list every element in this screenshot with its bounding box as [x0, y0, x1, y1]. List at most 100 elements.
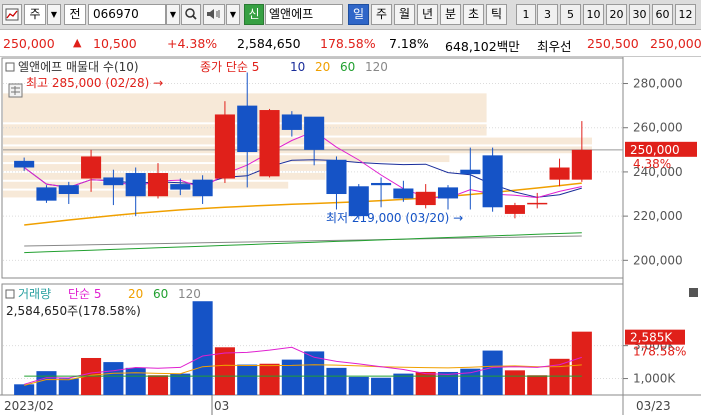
tab-period-0[interactable]: 일 [348, 4, 369, 25]
tab-period-6[interactable]: 틱 [486, 4, 507, 25]
volume-tick-label: 1,000K [633, 372, 676, 386]
volume-bar [304, 351, 325, 395]
interval-button-0[interactable]: 1 [516, 4, 536, 25]
best-ask: 250,500 [587, 36, 639, 51]
volume-bar [214, 347, 235, 395]
volume-bar [125, 367, 146, 395]
interval-button-1[interactable]: 3 [537, 4, 558, 25]
trade-amount: 648,102백만 [445, 39, 520, 54]
volume-bar [58, 378, 79, 395]
price-tick-label: 220,000 [633, 209, 683, 223]
candle-body [326, 159, 347, 195]
volume-legend-ma-label: 단순 5 [68, 287, 102, 301]
volume-bar [415, 371, 436, 395]
interval-button-2[interactable]: 5 [560, 4, 581, 25]
x-axis-label-start: 2023/02 [4, 399, 54, 413]
price-legend-ma-10: 10 [290, 60, 305, 74]
candle-body [371, 182, 392, 186]
stock-chart-window: 주 ▼ 전 066970 ▼ ▼ 신 엘앤에프 일 주 월 년 분 초 틱 1 3 5 10 20 30… [0, 0, 701, 415]
chevron-down-icon[interactable]: ▼ [226, 4, 240, 25]
turnover-rate: 7.18% [389, 36, 429, 51]
tab-period-3[interactable]: 년 [417, 4, 438, 25]
price-legend-ma-120: 120 [365, 60, 388, 74]
price-change-percent: +4.38% [167, 36, 218, 51]
price-legend-ma-60: 60 [340, 60, 355, 74]
high-price-label: 최고 285,000 (02/28) → [26, 76, 163, 90]
volume-bar [504, 370, 525, 395]
volume-bar [147, 375, 169, 395]
candle-body [571, 149, 592, 180]
volume-bar [527, 375, 548, 395]
volume-bar [393, 373, 414, 395]
speaker-icon[interactable] [203, 4, 225, 25]
toolbar: 주 ▼ 전 066970 ▼ ▼ 신 엘앤에프 일 주 월 년 분 초 틱 1 3 5 10 20 30… [0, 0, 701, 30]
close-icon [689, 288, 698, 297]
volume-legend-ma-60: 60 [153, 287, 168, 301]
interval-button-6[interactable]: 60 [652, 4, 673, 25]
chevron-down-icon[interactable]: ▼ [166, 4, 180, 25]
tab-period-2[interactable]: 월 [394, 4, 415, 25]
volume-bar [348, 376, 369, 395]
interval-button-5[interactable]: 30 [629, 4, 650, 25]
stock-code-value: 066970 [93, 7, 139, 21]
price-tick-label: 280,000 [633, 77, 683, 91]
prefix-select[interactable]: 전 [64, 4, 86, 25]
chart-icon[interactable] [2, 4, 22, 25]
prefix-label: 전 [69, 7, 81, 21]
last-volume-tag-text: 2,585K [630, 331, 673, 345]
best-quote-label: 최우선 [537, 39, 572, 54]
volume-bar [437, 371, 459, 395]
price-legend-ma-label: 종가 단순 5 [200, 60, 259, 74]
volume-legend-ma-120: 120 [178, 287, 201, 301]
price-tick-label: 260,000 [633, 121, 683, 135]
volume-bar [170, 373, 191, 395]
volume-bar [571, 331, 592, 395]
last-volume-percent: 178.58% [633, 345, 686, 359]
candle-body [549, 167, 570, 180]
volume-legend-ma-20: 20 [128, 287, 143, 301]
volume-profile-bar [3, 190, 202, 198]
search-icon[interactable] [181, 4, 201, 25]
interval-button-4[interactable]: 20 [606, 4, 627, 25]
tab-period-4[interactable]: 분 [440, 4, 461, 25]
legend-box-icon [5, 289, 15, 299]
stock-code-input[interactable]: 066970 [88, 4, 166, 25]
volume-bar [237, 364, 258, 395]
tab-period-5[interactable]: 초 [463, 4, 484, 25]
price-legend-ma-20: 20 [315, 60, 330, 74]
volume-bar [482, 350, 503, 395]
new-badge: 신 [244, 4, 264, 25]
current-price: 250,000 [3, 36, 55, 51]
candle-body [460, 169, 481, 175]
legend-box-icon [5, 62, 15, 72]
volume-bar [36, 371, 57, 395]
price-tick-label: 200,000 [633, 253, 683, 267]
candle-body [14, 160, 35, 168]
chevron-down-icon[interactable]: ▼ [47, 4, 61, 25]
candle-body [437, 187, 459, 199]
trade-volume: 2,584,650 [237, 36, 301, 51]
candle-body [58, 185, 79, 195]
interval-button-3[interactable]: 10 [583, 4, 604, 25]
candle-body [259, 110, 280, 177]
stock-name-field[interactable]: 엘앤에프 [265, 4, 343, 25]
candle-body [125, 173, 146, 197]
last-price-tag-text: 250,000 [630, 143, 680, 157]
candle-body [36, 187, 57, 201]
interval-button-7[interactable]: 12 [675, 4, 696, 25]
price-change: 10,500 [93, 36, 137, 51]
volume-bar [259, 363, 280, 395]
candle-body [281, 114, 302, 130]
up-triangle-icon: ▲ [73, 36, 82, 49]
candle-body [527, 202, 548, 205]
candle-body [81, 156, 102, 179]
chart-type-select[interactable]: 주 [24, 4, 46, 25]
volume-bar [14, 384, 35, 395]
volume-profile-bar [3, 164, 344, 171]
chart-area[interactable]: 엘앤에프 매물대 수(10) 종가 단순 5 10 20 60 120 최고 285,000… [0, 57, 701, 415]
candle-body [103, 177, 124, 186]
tab-period-1[interactable]: 주 [371, 4, 392, 25]
last-price-percent: 4.38% [633, 157, 671, 171]
candle-body [304, 116, 325, 150]
low-price-label: 최저 219,000 (03/20) → [326, 211, 463, 225]
